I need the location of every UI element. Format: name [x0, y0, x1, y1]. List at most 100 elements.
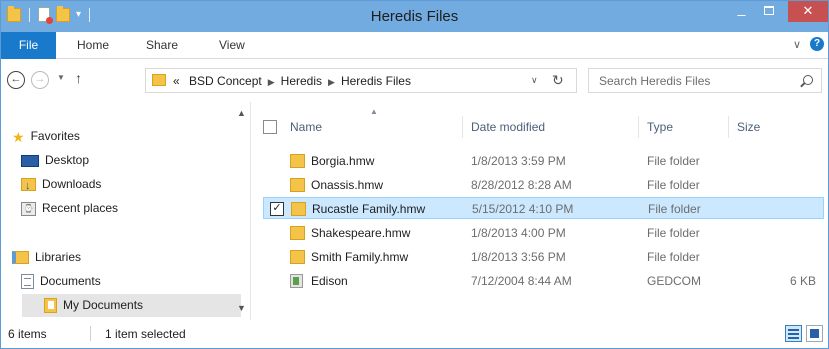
file-date: 7/12/2004 8:44 AM [471, 274, 572, 288]
nav-label: Favorites [30, 129, 80, 143]
status-bar: 6 items 1 item selected [1, 320, 828, 348]
libraries-icon [12, 251, 29, 265]
help-icon[interactable]: ? [810, 37, 824, 51]
my-documents-icon [44, 298, 57, 314]
file-name: Smith Family.hmw [311, 250, 409, 264]
expand-ribbon-chevron-icon[interactable]: ∨ [793, 38, 801, 51]
tab-file[interactable]: File [1, 32, 56, 59]
file-name: Onassis.hmw [311, 178, 384, 192]
nav-scrollbar[interactable]: ▲ ▼ [233, 102, 251, 320]
nav-label: My Documents [63, 298, 144, 312]
folder-icon [291, 202, 306, 216]
refresh-icon[interactable]: ↻ [552, 72, 564, 89]
breadcrumb-item[interactable]: Heredis Files [341, 74, 411, 88]
ribbon-tabs: File Home Share View ∨ ? [1, 32, 828, 59]
file-name: Edison [311, 274, 348, 288]
recent-places-icon: ⌚ [21, 201, 36, 216]
nav-item-my-documents[interactable]: My Documents [44, 295, 143, 315]
tab-view[interactable]: View [219, 32, 245, 59]
nav-item-desktop[interactable]: Desktop [21, 150, 89, 170]
forward-button[interactable]: → [31, 71, 49, 89]
breadcrumb-item[interactable]: BSD Concept [189, 74, 262, 88]
file-type: GEDCOM [647, 274, 701, 288]
file-name: Rucastle Family.hmw [312, 202, 426, 216]
column-divider[interactable] [462, 116, 463, 138]
file-type: File folder [647, 154, 700, 168]
folder-icon [290, 178, 305, 192]
folder-icon [290, 250, 305, 264]
breadcrumb: « BSD Concept ▶ Heredis ▶ Heredis Files [173, 74, 411, 88]
up-button[interactable]: ↑ [75, 70, 82, 86]
nav-item-downloads[interactable]: Downloads [21, 174, 102, 196]
nav-item-favorites[interactable]: ★ Favorites [12, 126, 80, 146]
nav-label: Recent places [42, 201, 119, 215]
file-row[interactable]: Edison 7/12/2004 8:44 AM GEDCOM 6 KB [263, 270, 824, 292]
nav-item-libraries[interactable]: Libraries [12, 247, 81, 267]
file-row[interactable]: Onassis.hmw 8/28/2012 8:28 AM File folde… [263, 174, 824, 196]
breadcrumb-separator-icon[interactable]: ▶ [328, 77, 335, 87]
row-checkbox[interactable]: ✓ [270, 202, 284, 216]
scroll-up-chevron-icon[interactable]: ▲ [237, 108, 246, 118]
search-input[interactable]: Search Heredis Files [599, 74, 710, 88]
column-divider[interactable] [728, 116, 729, 138]
address-history-chevron-icon[interactable]: ∨ [531, 75, 538, 86]
gedcom-file-icon [290, 274, 303, 288]
select-all-checkbox[interactable] [263, 120, 277, 134]
breadcrumb-separator-icon[interactable]: ▶ [268, 77, 275, 87]
tab-home[interactable]: Home [77, 32, 109, 59]
minimize-button[interactable]: _ [728, 1, 755, 22]
file-row[interactable]: Smith Family.hmw 1/8/2013 3:56 PM File f… [263, 246, 824, 268]
file-date: 1/8/2013 3:56 PM [471, 250, 566, 264]
column-header-type[interactable]: Type [647, 120, 673, 134]
column-header-date[interactable]: Date modified [471, 120, 545, 134]
file-row-selected[interactable]: ✓ Rucastle Family.hmw 5/15/2012 4:10 PM … [263, 197, 824, 219]
ribbon-right-controls: ∨ ? [793, 37, 824, 51]
maximize-button[interactable] [755, 1, 782, 22]
search-box[interactable]: Search Heredis Files [588, 68, 822, 93]
file-row[interactable]: Borgia.hmw 1/8/2013 3:59 PM File folder [263, 150, 824, 172]
downloads-icon [21, 176, 36, 196]
nav-label: Downloads [42, 177, 102, 191]
file-type: File folder [648, 202, 701, 216]
nav-label: Documents [40, 274, 101, 288]
address-toolbar: ← → ▼ ↑ « BSD Concept ▶ Heredis ▶ Heredis Fi… [1, 60, 828, 102]
file-size: 6 KB [789, 274, 816, 288]
selection-count: 1 item selected [105, 327, 186, 341]
folder-icon [152, 74, 166, 86]
nav-item-documents[interactable]: Documents [21, 271, 101, 291]
documents-icon [21, 274, 34, 290]
breadcrumb-item[interactable]: Heredis [281, 74, 322, 88]
column-divider[interactable] [638, 116, 639, 138]
window-title: Heredis Files [370, 8, 459, 25]
folder-icon [290, 226, 305, 240]
search-icon[interactable] [803, 75, 813, 85]
star-icon: ★ [12, 128, 25, 145]
breadcrumb-overflow[interactable]: « [173, 74, 180, 88]
folder-icon [290, 154, 305, 168]
large-icons-view-icon[interactable] [806, 325, 823, 342]
recent-locations-chevron-icon[interactable]: ▼ [57, 73, 65, 82]
tab-share[interactable]: Share [146, 32, 178, 59]
title-bar: ▾ Heredis Files _ ✕ [1, 1, 828, 32]
scroll-down-chevron-icon[interactable]: ▼ [237, 303, 246, 313]
details-view-icon[interactable] [785, 325, 802, 342]
nav-item-recent-places[interactable]: ⌚ Recent places [21, 198, 118, 218]
file-type: File folder [647, 178, 700, 192]
address-bar[interactable]: « BSD Concept ▶ Heredis ▶ Heredis Files ∨ ↻ [145, 68, 577, 93]
file-type: File folder [647, 250, 700, 264]
desktop-icon [21, 154, 39, 167]
explorer-window: ▾ Heredis Files _ ✕ File Home Share View… [0, 0, 829, 349]
file-row[interactable]: Shakespeare.hmw 1/8/2013 4:00 PM File fo… [263, 222, 824, 244]
file-type: File folder [647, 226, 700, 240]
column-header-row: ▲ Name Date modified Type Size [252, 102, 828, 139]
close-button[interactable]: ✕ [788, 1, 828, 22]
sort-ascending-icon: ▲ [370, 107, 378, 116]
maximize-icon [763, 6, 774, 15]
file-date: 1/8/2013 3:59 PM [471, 154, 566, 168]
file-date: 1/8/2013 4:00 PM [471, 226, 566, 240]
file-name: Shakespeare.hmw [311, 226, 411, 240]
column-header-size[interactable]: Size [737, 120, 760, 134]
back-button[interactable]: ← [7, 71, 25, 89]
column-header-name[interactable]: Name [290, 120, 322, 134]
file-date: 5/15/2012 4:10 PM [472, 202, 574, 216]
